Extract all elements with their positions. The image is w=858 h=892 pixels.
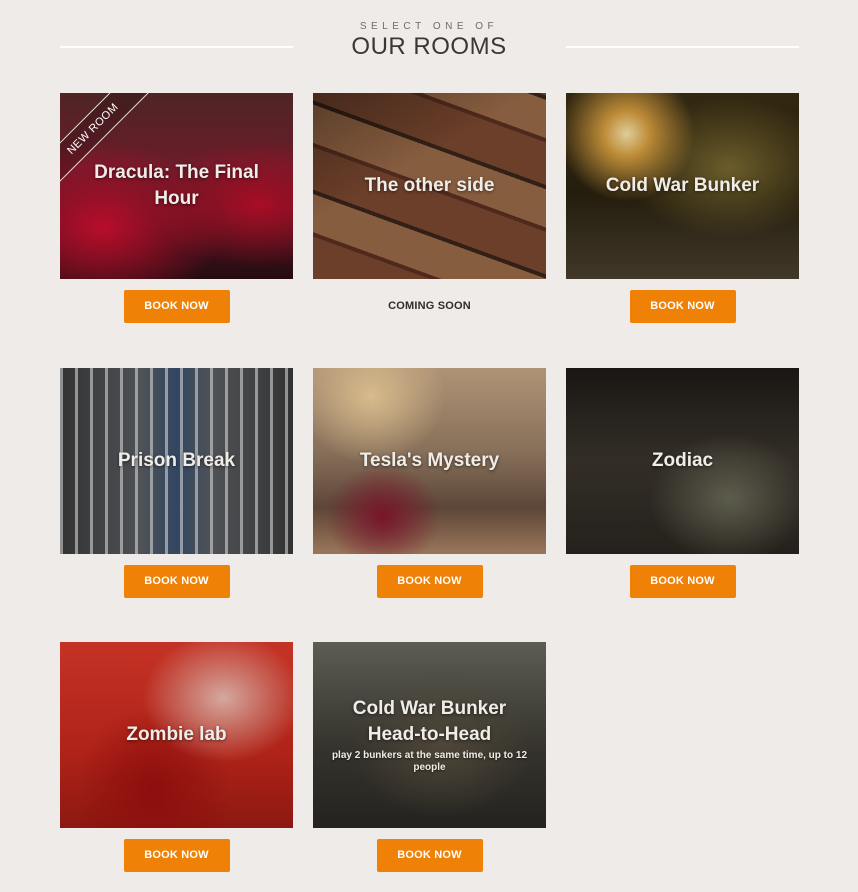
section-subtitle: SELECT ONE OF — [359, 21, 499, 32]
room-note: play 2 bunkers at the same time, up to 1… — [331, 750, 528, 773]
room-card-the-other-side: The other side COMING SOON — [313, 93, 546, 323]
room-card-prison-break: Prison Break BOOK NOW — [60, 368, 293, 598]
section-header: SELECT ONE OF OUR ROOMS — [0, 0, 858, 80]
book-now-button[interactable]: BOOK NOW — [629, 565, 736, 598]
room-card-zodiac: Zodiac BOOK NOW — [566, 368, 799, 598]
book-now-button[interactable]: BOOK NOW — [123, 565, 230, 598]
room-card-cold-war-bunker: Cold War Bunker BOOK NOW — [566, 93, 799, 323]
room-name: Zodiac — [651, 450, 714, 471]
room-name: Tesla's Mystery — [359, 450, 500, 471]
room-name: The other side — [364, 175, 495, 196]
header-divider-right — [566, 46, 799, 48]
room-image-dracula[interactable]: NEW ROOM Dracula: The Final Hour — [60, 93, 293, 279]
book-now-button[interactable]: BOOK NOW — [376, 839, 483, 872]
room-card-zombie-lab: Zombie lab BOOK NOW — [60, 642, 293, 872]
room-image-the-other-side[interactable]: The other side — [313, 93, 546, 279]
book-now-button[interactable]: BOOK NOW — [376, 565, 483, 598]
room-image-cold-war-bunker[interactable]: Cold War Bunker — [566, 93, 799, 279]
book-now-button[interactable]: BOOK NOW — [629, 290, 736, 323]
room-image-zombie-lab[interactable]: Zombie lab — [60, 642, 293, 828]
room-image-zodiac[interactable]: Zodiac — [566, 368, 799, 554]
room-image-prison-break[interactable]: Prison Break — [60, 368, 293, 554]
book-now-button[interactable]: BOOK NOW — [123, 839, 230, 872]
room-image-head-to-head[interactable]: Cold War Bunker Head-to-Head play 2 bunk… — [313, 642, 546, 828]
room-image-teslas-mystery[interactable]: Tesla's Mystery — [313, 368, 546, 554]
coming-soon-label: COMING SOON — [388, 300, 471, 312]
room-card-teslas-mystery: Tesla's Mystery BOOK NOW — [313, 368, 546, 598]
room-name: Zombie lab — [126, 724, 227, 745]
room-name: Cold War Bunker — [605, 175, 760, 196]
room-name: Dracula: The Final Hour — [94, 162, 259, 209]
room-card-head-to-head: Cold War Bunker Head-to-Head play 2 bunk… — [313, 642, 546, 872]
room-card-dracula: NEW ROOM Dracula: The Final Hour BOOK NO… — [60, 93, 293, 323]
room-name: Cold War Bunker Head-to-Head — [352, 698, 507, 745]
book-now-button[interactable]: BOOK NOW — [123, 290, 230, 323]
room-name: Prison Break — [117, 450, 236, 471]
